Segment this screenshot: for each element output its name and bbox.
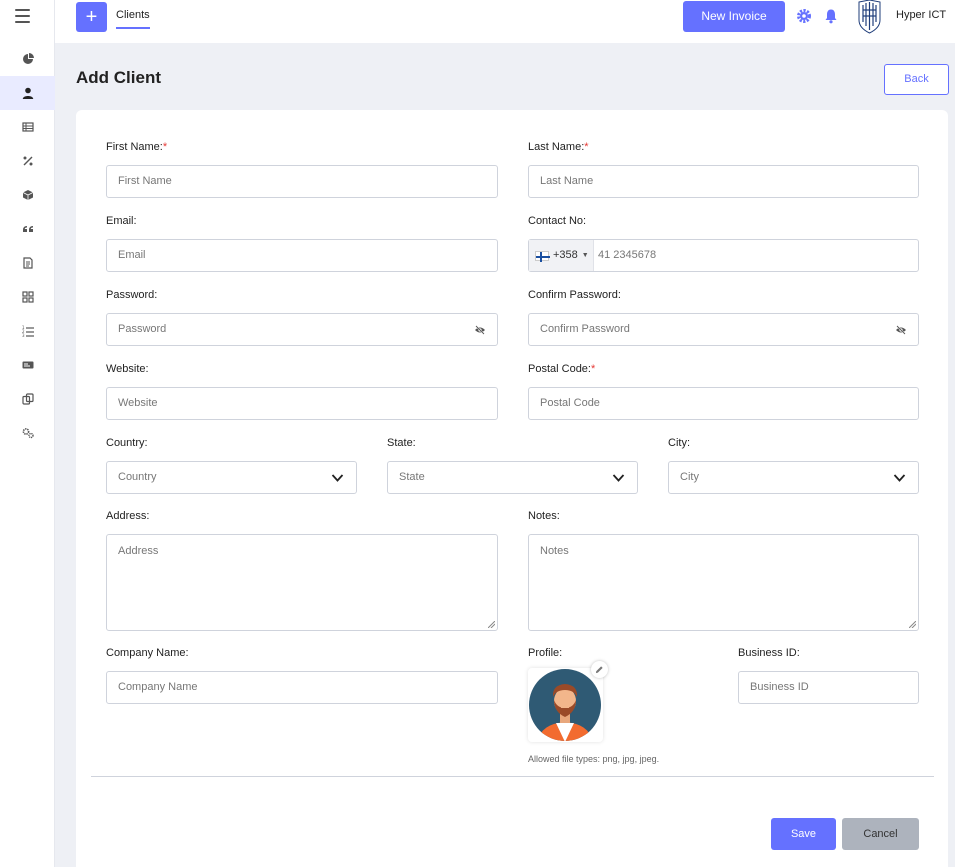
form-card: First Name:* First Name Last Name:* Last… bbox=[76, 110, 948, 867]
caret-down-icon: ▼ bbox=[581, 252, 589, 259]
city-value: City bbox=[680, 471, 699, 483]
eye-slash-icon[interactable] bbox=[895, 324, 907, 336]
first-name-label: First Name:* bbox=[106, 141, 168, 153]
document-icon bbox=[22, 257, 33, 269]
chevron-down-icon bbox=[612, 474, 625, 482]
company-name[interactable]: Hyper ICT bbox=[896, 9, 946, 21]
eye-slash-icon[interactable] bbox=[474, 324, 486, 336]
sidebar-item-taxes[interactable] bbox=[0, 144, 55, 178]
top-bar: + Clients New Invoice Hyper ICT bbox=[55, 0, 955, 43]
country-label: Country: bbox=[106, 437, 148, 449]
country-value: Country bbox=[118, 471, 157, 483]
list-icon: 123 bbox=[22, 325, 34, 337]
gear-icon[interactable] bbox=[796, 8, 812, 24]
business-id-label: Business ID: bbox=[738, 647, 800, 659]
confirm-password-input[interactable]: Confirm Password bbox=[528, 313, 919, 346]
notes-textarea[interactable]: Notes bbox=[528, 534, 919, 631]
pie-chart-icon bbox=[22, 53, 34, 64]
copy-icon bbox=[21, 393, 34, 405]
confirm-password-label: Confirm Password: bbox=[528, 289, 621, 301]
user-icon bbox=[22, 87, 33, 99]
company-name-input[interactable]: Company Name bbox=[106, 671, 498, 704]
password-input[interactable]: Password bbox=[106, 313, 498, 346]
password-label: Password: bbox=[106, 289, 158, 301]
last-name-input[interactable]: Last Name bbox=[528, 165, 919, 198]
table-icon bbox=[21, 122, 34, 132]
contact-label: Contact No: bbox=[528, 215, 587, 227]
cogs-icon bbox=[22, 428, 34, 439]
save-button[interactable]: Save bbox=[771, 818, 836, 850]
avatar bbox=[529, 669, 601, 741]
sidebar-item-products[interactable] bbox=[0, 110, 55, 144]
new-invoice-button[interactable]: New Invoice bbox=[683, 1, 785, 32]
company-logo bbox=[858, 0, 881, 34]
sidebar-item-settings[interactable] bbox=[0, 416, 55, 450]
phone-number-placeholder: 41 2345678 bbox=[598, 249, 657, 261]
sidebar-item-dashboard[interactable] bbox=[0, 42, 55, 76]
edit-profile-button[interactable] bbox=[591, 661, 608, 678]
profile-image-preview[interactable] bbox=[528, 668, 603, 742]
sidebar-item-quotes[interactable] bbox=[0, 212, 55, 246]
chevron-down-icon bbox=[331, 474, 344, 482]
address-textarea[interactable]: Address bbox=[106, 534, 498, 631]
state-select[interactable]: State bbox=[387, 461, 638, 494]
first-name-input[interactable]: First Name bbox=[106, 165, 498, 198]
notes-placeholder: Notes bbox=[540, 545, 569, 557]
sidebar-item-templates[interactable] bbox=[0, 382, 55, 416]
grid-icon bbox=[21, 291, 34, 303]
contact-input[interactable]: +358 ▼ 41 2345678 bbox=[528, 239, 919, 272]
resize-grip-icon[interactable] bbox=[488, 621, 495, 628]
state-label: State: bbox=[387, 437, 416, 449]
website-label: Website: bbox=[106, 363, 149, 375]
card-icon bbox=[22, 361, 33, 369]
cube-icon bbox=[22, 190, 33, 200]
postal-code-input[interactable]: Postal Code bbox=[528, 387, 919, 420]
menu-icon[interactable] bbox=[15, 9, 30, 23]
sidebar-item-packages[interactable] bbox=[0, 178, 55, 212]
sidebar-item-transactions[interactable]: 123 bbox=[0, 314, 55, 348]
last-name-label: Last Name:* bbox=[528, 141, 589, 153]
dial-code: +358 bbox=[553, 249, 578, 261]
finland-flag-icon bbox=[535, 250, 550, 262]
city-select[interactable]: City bbox=[668, 461, 919, 494]
percent-icon bbox=[23, 156, 32, 166]
sidebar-item-payments[interactable] bbox=[0, 348, 55, 382]
file-types-hint: Allowed file types: png, jpg, jpeg. bbox=[528, 754, 660, 764]
bell-icon[interactable] bbox=[823, 8, 839, 24]
form-divider bbox=[91, 776, 934, 777]
sidebar-item-categories[interactable] bbox=[0, 280, 55, 314]
sidebar-item-clients[interactable] bbox=[0, 76, 55, 110]
quote-icon bbox=[22, 226, 33, 232]
svg-text:3: 3 bbox=[22, 333, 25, 337]
password-placeholder: Password bbox=[118, 323, 167, 335]
state-value: State bbox=[399, 471, 425, 483]
business-id-input[interactable]: Business ID bbox=[738, 671, 919, 704]
chevron-down-icon bbox=[893, 474, 906, 482]
postal-code-label: Postal Code:* bbox=[528, 363, 596, 375]
country-code-selector[interactable]: +358 ▼ bbox=[529, 240, 594, 271]
city-label: City: bbox=[668, 437, 690, 449]
pencil-icon bbox=[595, 666, 603, 674]
sidebar-item-invoices[interactable] bbox=[0, 246, 55, 280]
address-placeholder: Address bbox=[118, 545, 159, 557]
quick-add-button[interactable]: + bbox=[76, 2, 107, 32]
cancel-button[interactable]: Cancel bbox=[842, 818, 919, 850]
country-select[interactable]: Country bbox=[106, 461, 357, 494]
sidebar: 123 bbox=[0, 0, 55, 867]
website-input[interactable]: Website bbox=[106, 387, 498, 420]
back-button[interactable]: Back bbox=[884, 64, 949, 95]
tab-clients[interactable]: Clients bbox=[116, 9, 150, 29]
company-name-label: Company Name: bbox=[106, 647, 189, 659]
email-input[interactable]: Email bbox=[106, 239, 498, 272]
confirm-password-placeholder: Confirm Password bbox=[540, 323, 630, 335]
resize-grip-icon[interactable] bbox=[909, 621, 916, 628]
page-title: Add Client bbox=[76, 68, 161, 87]
profile-label: Profile: bbox=[528, 647, 563, 659]
notes-label: Notes: bbox=[528, 510, 560, 522]
email-label: Email: bbox=[106, 215, 137, 227]
address-label: Address: bbox=[106, 510, 150, 522]
